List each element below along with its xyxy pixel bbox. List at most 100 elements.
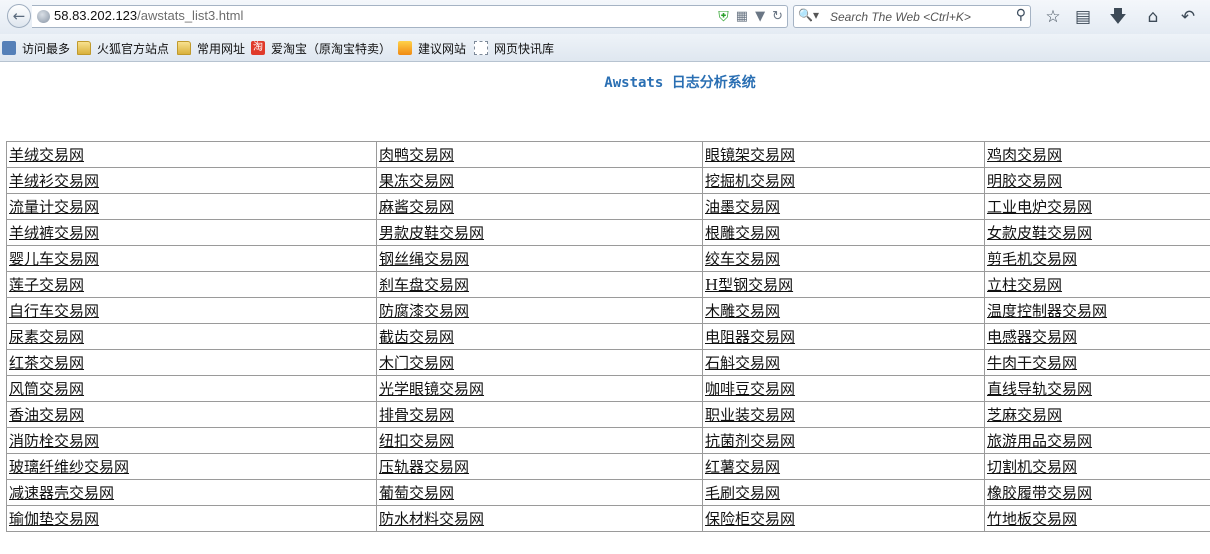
site-link[interactable]: 光学眼镜交易网: [379, 380, 484, 398]
site-link[interactable]: 婴儿车交易网: [9, 250, 99, 268]
bookmark-star-icon[interactable]: ☆: [1042, 6, 1064, 28]
site-link[interactable]: 排骨交易网: [379, 406, 454, 424]
site-link[interactable]: H型钢交易网: [705, 276, 793, 294]
site-link[interactable]: 风筒交易网: [9, 380, 84, 398]
site-link[interactable]: 毛刷交易网: [705, 484, 780, 502]
site-link[interactable]: 尿素交易网: [9, 328, 84, 346]
search-input[interactable]: [830, 8, 1002, 25]
site-link[interactable]: 纽扣交易网: [379, 432, 454, 450]
bookmark-web-slice[interactable]: 网页快讯库: [474, 40, 554, 56]
table-cell: 根雕交易网: [702, 219, 985, 246]
search-bar: 🔍▾ ⚲: [793, 5, 1031, 28]
site-link[interactable]: 红茶交易网: [9, 354, 84, 372]
undo-icon[interactable]: ↶: [1177, 6, 1199, 28]
site-link[interactable]: 肉鸭交易网: [379, 146, 454, 164]
table-row: 尿素交易网 截齿交易网 电阻器交易网 电感器交易网: [6, 323, 1210, 350]
site-link[interactable]: 鸡肉交易网: [987, 146, 1062, 164]
site-link[interactable]: 压轨器交易网: [379, 458, 469, 476]
site-link[interactable]: 芝麻交易网: [987, 406, 1062, 424]
site-link[interactable]: 木雕交易网: [705, 302, 780, 320]
table-row: 消防栓交易网 纽扣交易网 抗菌剂交易网 旅游用品交易网: [6, 427, 1210, 454]
site-link[interactable]: 石斛交易网: [705, 354, 780, 372]
site-link[interactable]: 截齿交易网: [379, 328, 454, 346]
site-link[interactable]: 立柱交易网: [987, 276, 1062, 294]
table-row: 减速器壳交易网 葡萄交易网 毛刷交易网 橡胶履带交易网: [6, 479, 1210, 506]
site-link[interactable]: 莲子交易网: [9, 276, 84, 294]
site-link[interactable]: 羊绒衫交易网: [9, 172, 99, 190]
site-link[interactable]: 绞车交易网: [705, 250, 780, 268]
site-link[interactable]: 抗菌剂交易网: [705, 432, 795, 450]
bookmark-common-sites[interactable]: 常用网址: [177, 40, 245, 56]
downloads-icon[interactable]: 🡇: [1107, 6, 1129, 28]
table-cell: 鸡肉交易网: [984, 141, 1210, 168]
site-link[interactable]: 葡萄交易网: [379, 484, 454, 502]
site-link[interactable]: 挖掘机交易网: [705, 172, 795, 190]
site-link[interactable]: 防腐漆交易网: [379, 302, 469, 320]
site-link[interactable]: 果冻交易网: [379, 172, 454, 190]
search-engine-icon[interactable]: 🔍▾: [798, 8, 819, 22]
site-link[interactable]: 橡胶履带交易网: [987, 484, 1092, 502]
bookmark-firefox-sites[interactable]: 火狐官方站点: [77, 40, 169, 56]
site-link[interactable]: 牛肉干交易网: [987, 354, 1077, 372]
site-link[interactable]: 玻璃纤维纱交易网: [9, 458, 129, 476]
bookmark-suggested-sites[interactable]: 建议网站: [398, 40, 466, 56]
site-link[interactable]: 明胶交易网: [987, 172, 1062, 190]
site-link[interactable]: 咖啡豆交易网: [705, 380, 795, 398]
dropdown-arrow-icon[interactable]: ▼: [755, 9, 765, 25]
back-button[interactable]: ←: [7, 4, 31, 28]
home-icon[interactable]: ⌂: [1142, 6, 1164, 28]
url-bar[interactable]: 58.83.202.123/awstats_list3.html ⛨ ▦ ▼ ↻: [32, 5, 788, 28]
site-link[interactable]: 直线导轨交易网: [987, 380, 1092, 398]
table-cell: 羊绒衫交易网: [6, 167, 377, 194]
site-link[interactable]: 羊绒裤交易网: [9, 224, 99, 242]
search-magnifier-icon[interactable]: ⚲: [1016, 7, 1026, 23]
shield-icon[interactable]: ⛨: [718, 9, 729, 25]
url-input[interactable]: 58.83.202.123/awstats_list3.html: [54, 8, 654, 25]
site-link[interactable]: 瑜伽垫交易网: [9, 510, 99, 528]
site-identity-icon[interactable]: [37, 10, 50, 23]
site-link[interactable]: 电感器交易网: [987, 328, 1077, 346]
site-link[interactable]: 羊绒交易网: [9, 146, 84, 164]
site-link[interactable]: 流量计交易网: [9, 198, 99, 216]
bookmark-taobao[interactable]: 淘爱淘宝（原淘宝特卖）: [251, 40, 391, 56]
site-link[interactable]: 钢丝绳交易网: [379, 250, 469, 268]
site-link[interactable]: 根雕交易网: [705, 224, 780, 242]
site-link[interactable]: 切割机交易网: [987, 458, 1077, 476]
site-link[interactable]: 减速器壳交易网: [9, 484, 114, 502]
site-link[interactable]: 男款皮鞋交易网: [379, 224, 484, 242]
bookmark-label: 爱淘宝（原淘宝特卖）: [271, 41, 392, 56]
site-link[interactable]: 红薯交易网: [705, 458, 780, 476]
site-link[interactable]: 职业装交易网: [705, 406, 795, 424]
site-link[interactable]: 香油交易网: [9, 406, 84, 424]
site-link[interactable]: 旅游用品交易网: [987, 432, 1092, 450]
url-host: 58.83.202.123: [54, 8, 138, 23]
site-link[interactable]: 消防栓交易网: [9, 432, 99, 450]
page-title: Awstats 日志分析系统: [604, 75, 756, 91]
table-cell: H型钢交易网: [702, 271, 985, 298]
bookmark-most-visited[interactable]: 访问最多: [2, 40, 70, 56]
bookmark-label: 建议网站: [418, 41, 467, 56]
site-link[interactable]: 女款皮鞋交易网: [987, 224, 1092, 242]
site-link[interactable]: 温度控制器交易网: [987, 302, 1107, 320]
site-link[interactable]: 电阻器交易网: [705, 328, 795, 346]
site-link[interactable]: 竹地板交易网: [987, 510, 1077, 528]
site-link[interactable]: 刹车盘交易网: [379, 276, 469, 294]
bookmarks-menu-icon[interactable]: ▤: [1072, 6, 1094, 28]
table-cell: 油墨交易网: [702, 193, 985, 220]
site-link[interactable]: 工业电炉交易网: [987, 198, 1092, 216]
site-link[interactable]: 防水材料交易网: [379, 510, 484, 528]
bookmark-label: 访问最多: [22, 41, 71, 56]
site-link[interactable]: 保险柜交易网: [705, 510, 795, 528]
url-path: /awstats_list3.html: [137, 8, 244, 23]
table-cell: 橡胶履带交易网: [984, 479, 1210, 506]
qr-code-icon[interactable]: ▦: [736, 9, 748, 25]
site-link[interactable]: 麻酱交易网: [379, 198, 454, 216]
site-link[interactable]: 木门交易网: [379, 354, 454, 372]
site-link[interactable]: 眼镜架交易网: [705, 146, 795, 164]
reload-icon[interactable]: ↻: [772, 9, 783, 25]
site-link[interactable]: 自行车交易网: [9, 302, 99, 320]
site-link[interactable]: 油墨交易网: [705, 198, 780, 216]
site-link[interactable]: 剪毛机交易网: [987, 250, 1077, 268]
table-cell: 防水材料交易网: [376, 505, 703, 532]
table-row: 玻璃纤维纱交易网 压轨器交易网 红薯交易网 切割机交易网: [6, 453, 1210, 480]
